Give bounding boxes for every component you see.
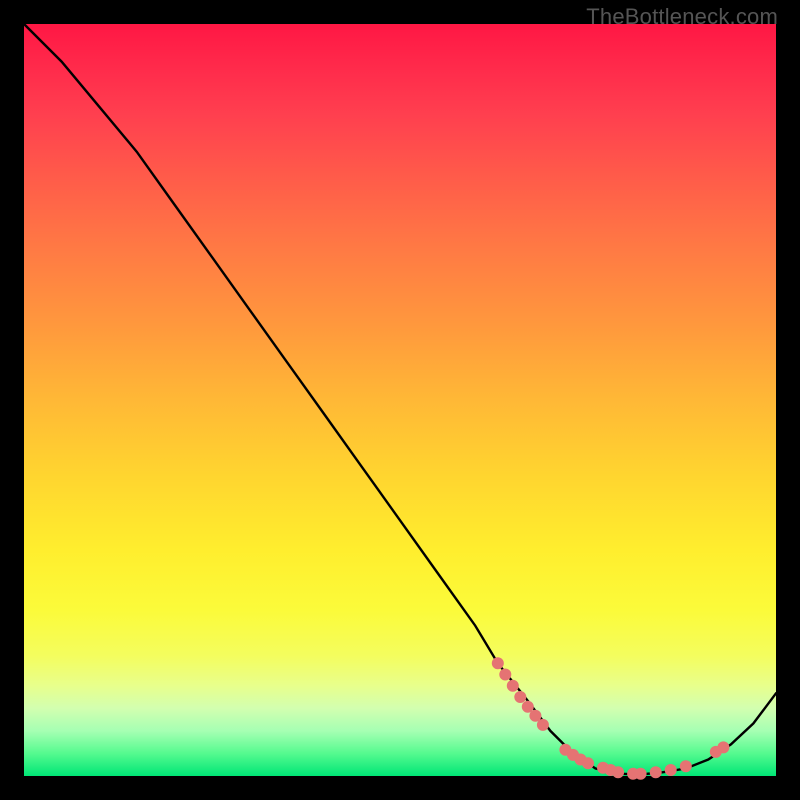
highlight-point — [680, 760, 692, 772]
plot-area — [24, 24, 776, 776]
curve-layer — [24, 24, 776, 776]
highlight-point — [665, 764, 677, 776]
highlight-point — [582, 757, 594, 769]
watermark-label: TheBottleneck.com — [586, 4, 778, 30]
highlight-point — [650, 766, 662, 778]
highlight-point — [499, 669, 511, 681]
highlight-point — [514, 691, 526, 703]
highlight-point — [612, 766, 624, 778]
highlight-point — [507, 680, 519, 692]
bottleneck-curve — [24, 24, 776, 775]
highlight-point — [492, 657, 504, 669]
highlight-point — [635, 768, 647, 780]
highlight-point — [537, 719, 549, 731]
chart-frame: TheBottleneck.com — [0, 0, 800, 800]
highlight-point — [717, 741, 729, 753]
highlight-points — [492, 657, 730, 780]
